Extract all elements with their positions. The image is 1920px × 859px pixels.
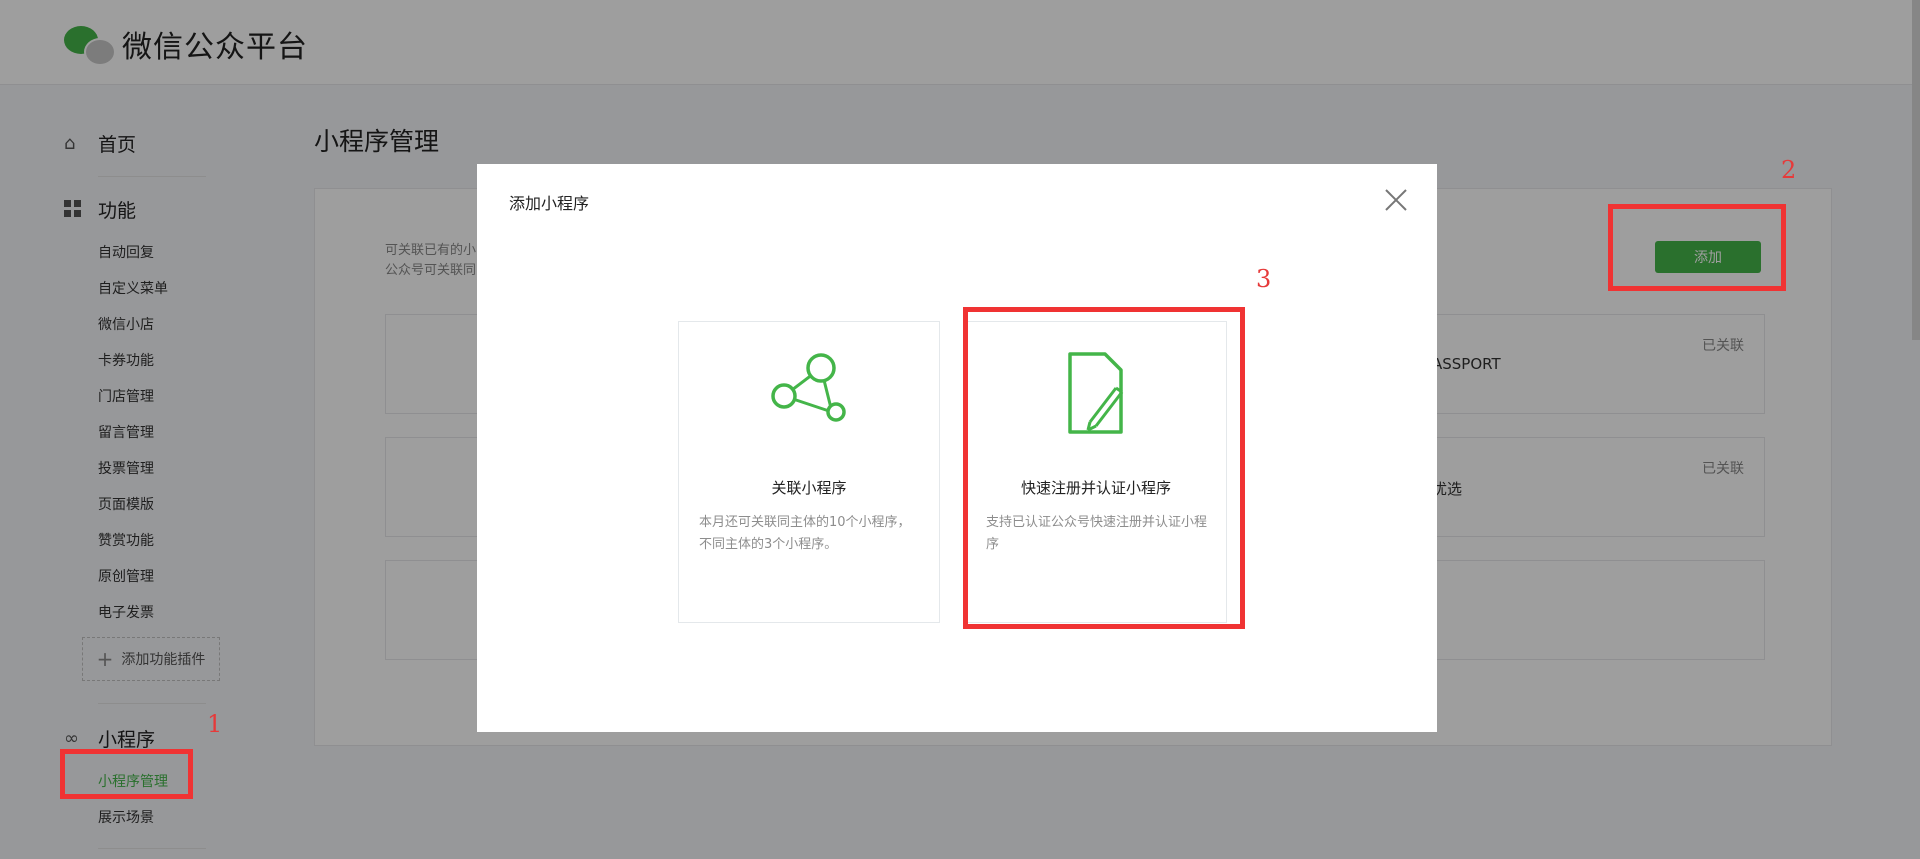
annotation-box-3 <box>963 307 1245 629</box>
annotation-number-1: 1 <box>207 710 223 738</box>
option-link-miniprogram[interactable]: 关联小程序 本月还可关联同主体的10个小程序，不同主体的3个小程序。 <box>678 321 940 623</box>
annotation-number-2: 2 <box>1781 156 1797 184</box>
add-miniprogram-dialog: 添加小程序 关联小程序 本月还可关联同主体的10个小程序，不同主体的3个小程序。 <box>477 164 1437 732</box>
annotation-box-1 <box>60 749 193 799</box>
close-icon[interactable] <box>1385 184 1407 216</box>
annotation-box-2 <box>1608 204 1786 291</box>
network-link-icon <box>679 352 939 442</box>
option-description: 本月还可关联同主体的10个小程序，不同主体的3个小程序。 <box>699 515 911 552</box>
dialog-title: 添加小程序 <box>509 194 590 213</box>
option-title: 关联小程序 <box>771 479 847 497</box>
annotation-number-3: 3 <box>1256 265 1272 293</box>
